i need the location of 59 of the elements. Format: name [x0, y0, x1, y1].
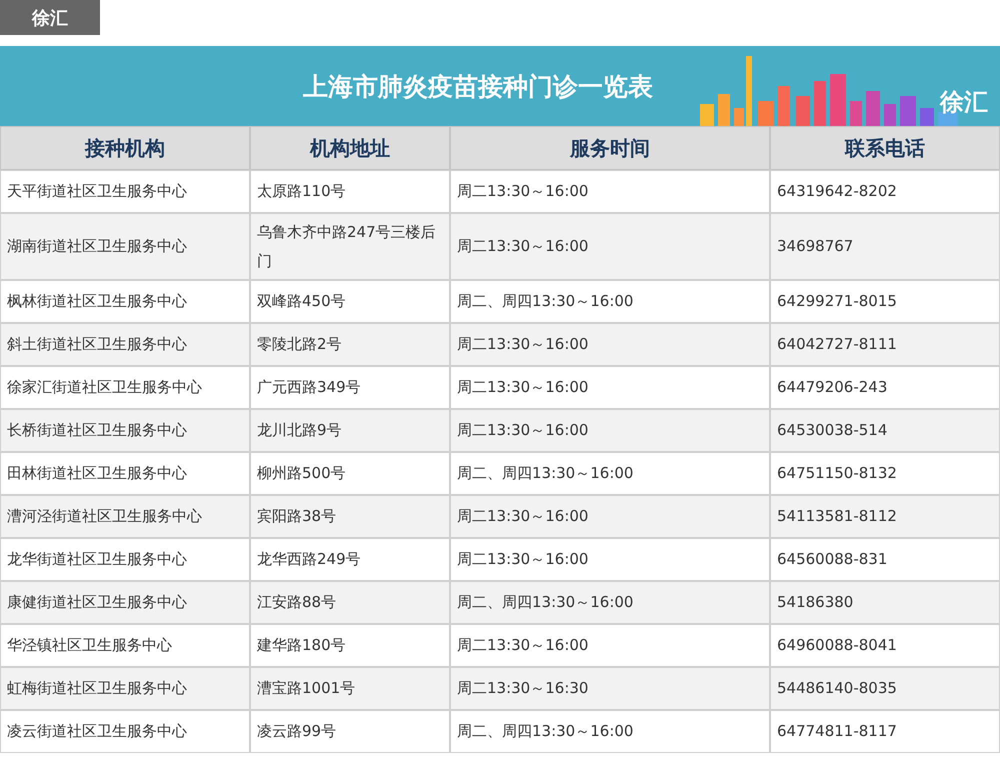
- table-cell: 周二13:30～16:00: [450, 409, 770, 452]
- table-cell: 零陵北路2号: [250, 323, 450, 366]
- table-cell: 周二13:30～16:00: [450, 624, 770, 667]
- table-cell: 枫林街道社区卫生服务中心: [0, 280, 250, 323]
- table-cell: 柳州路500号: [250, 452, 450, 495]
- table-cell: 周二、周四13:30～16:00: [450, 452, 770, 495]
- table-cell: 周二、周四13:30～16:00: [450, 710, 770, 753]
- table-cell: 双峰路450号: [250, 280, 450, 323]
- table-cell: 64751150-8132: [770, 452, 1000, 495]
- table-cell: 周二13:30～16:00: [450, 538, 770, 581]
- table-cell: 64560088-831: [770, 538, 1000, 581]
- table-cell: 34698767: [770, 213, 1000, 280]
- table-cell: 周二13:30～16:00: [450, 366, 770, 409]
- table-cell: 64774811-8117: [770, 710, 1000, 753]
- table-cell: 江安路88号: [250, 581, 450, 624]
- table-cell: 周二13:30～16:00: [450, 323, 770, 366]
- district-tab[interactable]: 徐汇: [0, 0, 100, 35]
- table-cell: 天平街道社区卫生服务中心: [0, 170, 250, 213]
- table-cell: 龙华街道社区卫生服务中心: [0, 538, 250, 581]
- table-cell: 周二、周四13:30～16:00: [450, 280, 770, 323]
- table-cell: 斜土街道社区卫生服务中心: [0, 323, 250, 366]
- table-cell: 周二、周四13:30～16:00: [450, 581, 770, 624]
- table-cell: 64042727-8111: [770, 323, 1000, 366]
- table-cell: 漕河泾街道社区卫生服务中心: [0, 495, 250, 538]
- table-cell: 华泾镇社区卫生服务中心: [0, 624, 250, 667]
- table-cell: 建华路180号: [250, 624, 450, 667]
- table-cell: 长桥街道社区卫生服务中心: [0, 409, 250, 452]
- table-cell: 虹梅街道社区卫生服务中心: [0, 667, 250, 710]
- column-header: 联系电话: [770, 126, 1000, 170]
- table-cell: 64530038-514: [770, 409, 1000, 452]
- table-cell: 周二13:30～16:00: [450, 170, 770, 213]
- table-cell: 湖南街道社区卫生服务中心: [0, 213, 250, 280]
- table-cell: 漕宝路1001号: [250, 667, 450, 710]
- table-cell: 凌云街道社区卫生服务中心: [0, 710, 250, 753]
- table-cell: 乌鲁木齐中路247号三楼后门: [250, 213, 450, 280]
- table-cell: 64479206-243: [770, 366, 1000, 409]
- table-cell: 太原路110号: [250, 170, 450, 213]
- table-cell: 64299271-8015: [770, 280, 1000, 323]
- table-cell: 龙川北路9号: [250, 409, 450, 452]
- table-cell: 周二13:30～16:00: [450, 495, 770, 538]
- table-cell: 54113581-8112: [770, 495, 1000, 538]
- table-cell: 凌云路99号: [250, 710, 450, 753]
- table-cell: 54186380: [770, 581, 1000, 624]
- column-header: 服务时间: [450, 126, 770, 170]
- table-cell: 龙华西路249号: [250, 538, 450, 581]
- table-cell: 周二13:30～16:30: [450, 667, 770, 710]
- table-cell: 广元西路349号: [250, 366, 450, 409]
- table-cell: 田林街道社区卫生服务中心: [0, 452, 250, 495]
- table-cell: 宾阳路38号: [250, 495, 450, 538]
- column-header: 接种机构: [0, 126, 250, 170]
- column-header: 机构地址: [250, 126, 450, 170]
- table-cell: 周二13:30～16:00: [450, 213, 770, 280]
- table-cell: 徐家汇街道社区卫生服务中心: [0, 366, 250, 409]
- banner-district: 徐汇: [940, 87, 988, 118]
- table-cell: 64960088-8041: [770, 624, 1000, 667]
- table-cell: 54486140-8035: [770, 667, 1000, 710]
- table-cell: 64319642-8202: [770, 170, 1000, 213]
- table-cell: 康健街道社区卫生服务中心: [0, 581, 250, 624]
- banner-title: 上海市肺炎疫苗接种门诊一览表: [303, 70, 653, 102]
